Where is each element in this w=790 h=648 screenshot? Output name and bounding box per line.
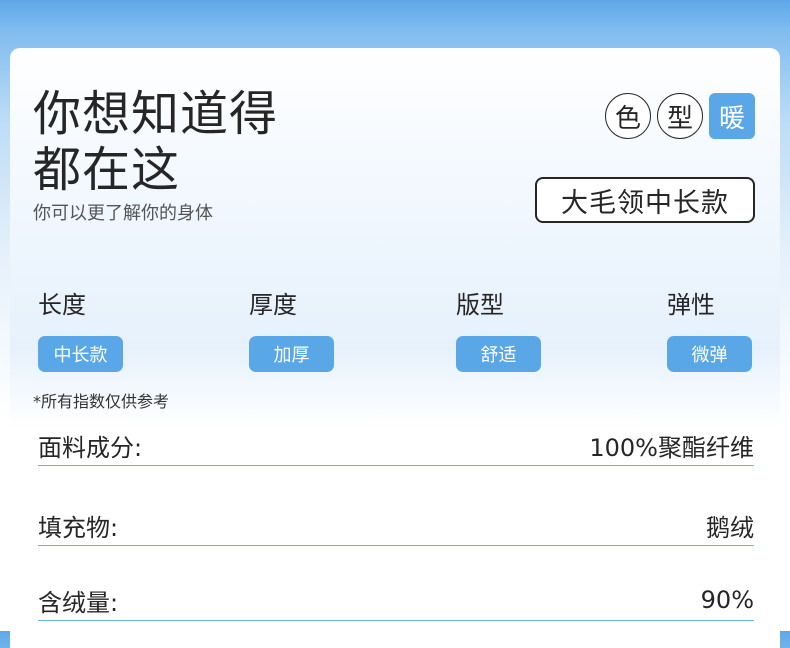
tag-warm: 暖 [709, 93, 755, 139]
spec-value: 90% [700, 586, 754, 614]
page-title-line-1: 你想知道得 [33, 86, 279, 142]
feature-tags: 色 型 暖 [605, 93, 755, 139]
attribute-label: 长度 [38, 291, 86, 319]
attribute-value-badge: 微弹 [667, 336, 752, 372]
spec-value: 100%聚酯纤维 [589, 433, 754, 462]
attribute-thickness: 厚度 加厚 [249, 290, 409, 372]
spec-row-down-content: 含绒量: 90% [38, 580, 754, 621]
attribute-value-badge: 中长款 [38, 336, 123, 372]
spec-row-filling: 填充物: 鹅绒 [38, 505, 754, 546]
spec-label: 含绒量: [38, 588, 119, 617]
tag-shape: 型 [657, 93, 703, 139]
disclaimer-note: *所有指数仅供参考 [33, 392, 170, 411]
attribute-value-badge: 舒适 [456, 336, 541, 372]
attribute-value-badge: 加厚 [249, 336, 334, 372]
attribute-fit: 版型 舒适 [456, 290, 616, 372]
page-title-line-2: 都在这 [33, 142, 181, 198]
spec-value: 鹅绒 [706, 513, 754, 542]
attribute-label: 版型 [456, 291, 504, 319]
spec-label: 填充物: [38, 513, 119, 542]
page-subtitle: 你可以更了解你的身体 [33, 203, 213, 224]
spec-label: 面料成分: [38, 433, 143, 462]
attribute-label: 厚度 [249, 291, 297, 319]
spec-row-fabric: 面料成分: 100%聚酯纤维 [38, 425, 754, 466]
attribute-elasticity: 弹性 微弹 [667, 290, 767, 372]
attribute-label: 弹性 [667, 291, 715, 319]
style-label: 大毛领中长款 [535, 177, 755, 223]
attribute-length: 长度 中长款 [38, 290, 198, 372]
tag-color: 色 [605, 93, 651, 139]
page-title: 你想知道得 都在这 [33, 86, 278, 198]
